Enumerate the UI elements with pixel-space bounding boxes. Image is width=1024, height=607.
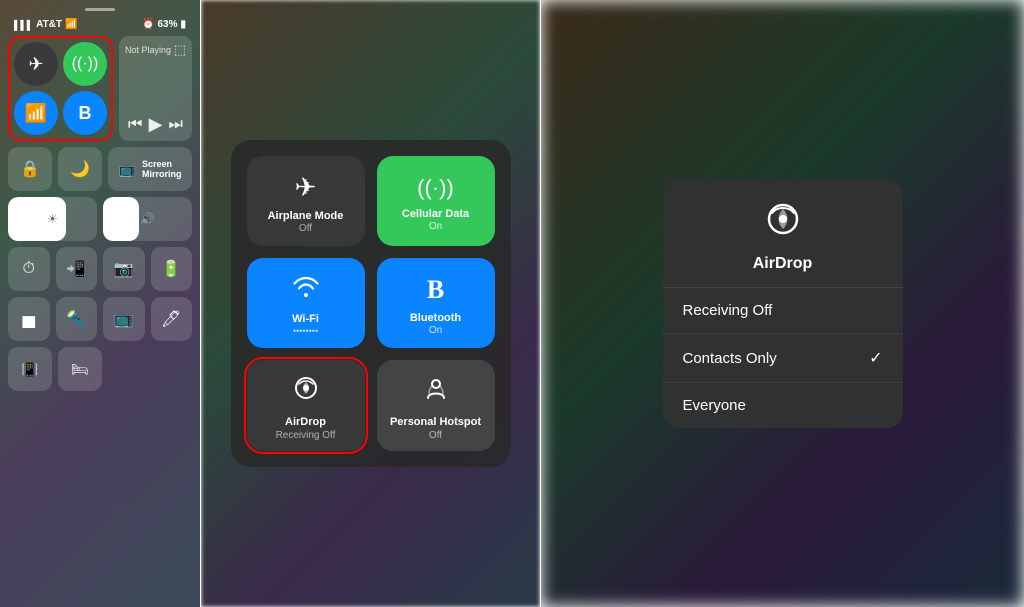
volume-slider[interactable]: 🔊 xyxy=(103,197,192,241)
airplane-mode-button[interactable]: ✈ xyxy=(14,42,58,86)
contacts-only-label: Contacts Only xyxy=(683,350,777,367)
wallet-icon: 📳 xyxy=(21,361,38,378)
camera-icon: 📷 xyxy=(114,259,134,279)
battery-icon: ▮ xyxy=(180,19,186,30)
airplane-mode-expanded-button[interactable]: ✈ Airplane Mode Off xyxy=(247,156,365,246)
cellular-sublabel: On xyxy=(429,221,442,232)
flashlight-button[interactable]: 🔦 xyxy=(56,297,98,341)
hotspot-label: Personal Hotspot xyxy=(390,415,481,429)
now-playing-label: Not Playing xyxy=(125,45,171,55)
everyone-label: Everyone xyxy=(683,397,746,414)
alarm-icon: ⏰ xyxy=(142,19,154,30)
battery-tile-icon: 🔋 xyxy=(161,259,181,279)
airdrop-menu-icon xyxy=(763,199,803,247)
camera-button[interactable]: 📷 xyxy=(103,247,145,291)
orientation-lock-button[interactable]: 🔒 xyxy=(8,147,52,191)
hotspot-expanded-button[interactable]: Personal Hotspot Off xyxy=(377,360,495,450)
notes-icon: 🖊 xyxy=(161,309,181,329)
status-left: ▌▌▌ AT&T 📶 xyxy=(14,19,78,30)
panel-1-control-center: ▌▌▌ AT&T 📶 ⏰ 63% ▮ ✈ ((·)) 📶 xyxy=(0,0,200,607)
remote-icon: 📺 xyxy=(114,309,134,329)
wallet-button[interactable]: 📳 xyxy=(8,347,52,391)
cellular-icon: ((·)) xyxy=(72,55,99,73)
wifi-status-icon: 📶 xyxy=(65,19,77,30)
wifi-button[interactable]: 📶 xyxy=(14,91,58,135)
airplane-expanded-icon: ✈ xyxy=(295,172,317,203)
hotspot-sublabel: Off xyxy=(429,430,442,441)
screen-mirroring-label: ScreenMirroring xyxy=(142,159,182,179)
airdrop-sublabel: Receiving Off xyxy=(276,430,336,441)
airdrop-option-receiving-off[interactable]: Receiving Off xyxy=(663,288,903,334)
drag-handle xyxy=(85,8,115,11)
airplay-icon[interactable]: ⬚ xyxy=(174,42,186,58)
cellular-expanded-icon: ((·)) xyxy=(417,175,454,201)
bluetooth-icon: B xyxy=(79,103,92,124)
contacts-only-checkmark: ✓ xyxy=(869,348,882,368)
calculator-button[interactable]: 📲 xyxy=(56,247,98,291)
wifi-expanded-icon xyxy=(292,275,320,306)
airplane-icon: ✈ xyxy=(28,54,43,75)
connectivity-grid: ✈ ((·)) 📶 B xyxy=(8,36,113,141)
media-player: Not Playing ⬚ ⏮ ▶ ⏭ xyxy=(119,36,192,141)
wifi-label: Wi-Fi xyxy=(292,312,319,326)
wifi-icon: 📶 xyxy=(25,103,47,124)
status-right: ⏰ 63% ▮ xyxy=(142,19,186,30)
bluetooth-button[interactable]: B xyxy=(63,91,107,135)
cellular-button[interactable]: ((·)) xyxy=(63,42,107,86)
signal-bars-icon: ▌▌▌ xyxy=(14,20,33,30)
airdrop-options-menu: AirDrop Receiving Off Contacts Only ✓ Ev… xyxy=(663,179,903,428)
airdrop-label: AirDrop xyxy=(285,415,326,429)
brightness-slider[interactable]: ☀ xyxy=(8,197,97,241)
volume-icon: 🔊 xyxy=(140,212,155,226)
panel-3-airdrop-menu: AirDrop Receiving Off Contacts Only ✓ Ev… xyxy=(540,0,1024,607)
do-not-disturb-button[interactable]: 🌙 xyxy=(58,147,102,191)
next-track-button[interactable]: ⏭ xyxy=(169,116,183,134)
remote-button[interactable]: 📺 xyxy=(103,297,145,341)
status-bar: ▌▌▌ AT&T 📶 ⏰ 63% ▮ xyxy=(8,15,192,36)
airplane-sublabel: Off xyxy=(299,223,312,234)
receiving-off-label: Receiving Off xyxy=(683,302,773,319)
notes-button[interactable]: 🖊 xyxy=(151,297,193,341)
calculator-icon: 📲 xyxy=(66,259,86,279)
airplane-label: Airplane Mode xyxy=(268,209,344,223)
wifi-expanded-button[interactable]: Wi-Fi •••••••• xyxy=(247,258,365,348)
play-pause-button[interactable]: ▶ xyxy=(149,114,163,135)
previous-track-button[interactable]: ⏮ xyxy=(128,116,142,134)
cellular-expanded-button[interactable]: ((·)) Cellular Data On xyxy=(377,156,495,246)
timer-button[interactable]: ⏱ xyxy=(8,247,50,291)
airdrop-expanded-button[interactable]: AirDrop Receiving Off xyxy=(247,360,365,450)
airdrop-option-everyone[interactable]: Everyone xyxy=(663,383,903,428)
hotspot-expanded-icon xyxy=(422,374,450,409)
orientation-lock-icon: 🔒 xyxy=(20,159,40,179)
qr-code-button[interactable]: ▅ xyxy=(8,297,50,341)
wifi-sublabel: •••••••• xyxy=(293,326,318,336)
bluetooth-expanded-button[interactable]: B Bluetooth On xyxy=(377,258,495,348)
flashlight-icon: 🔦 xyxy=(66,309,86,329)
airdrop-option-contacts-only[interactable]: Contacts Only ✓ xyxy=(663,334,903,383)
bed-button[interactable]: 🛏 xyxy=(58,347,102,391)
bluetooth-sublabel: On xyxy=(429,325,442,336)
bluetooth-expanded-icon: B xyxy=(427,275,444,305)
battery-percent-label: 63% xyxy=(157,19,177,30)
qr-icon: ▅ xyxy=(23,309,35,329)
timer-icon: ⏱ xyxy=(23,260,35,278)
expanded-grid: ✈ Airplane Mode Off ((·)) Cellular Data … xyxy=(247,156,495,450)
bluetooth-label: Bluetooth xyxy=(410,311,461,325)
moon-icon: 🌙 xyxy=(70,159,90,179)
airdrop-expanded-icon xyxy=(292,374,320,409)
screen-mirror-icon: 📺 xyxy=(119,161,136,178)
connectivity-card: ✈ Airplane Mode Off ((·)) Cellular Data … xyxy=(231,140,511,466)
airdrop-menu-header: AirDrop xyxy=(663,179,903,288)
panel-2-expanded: ✈ Airplane Mode Off ((·)) Cellular Data … xyxy=(200,0,540,607)
screen-mirroring-button[interactable]: 📺 ScreenMirroring xyxy=(108,147,192,191)
brightness-icon: ☀ xyxy=(47,212,58,226)
cellular-label: Cellular Data xyxy=(402,207,469,221)
battery-tile-button[interactable]: 🔋 xyxy=(151,247,193,291)
airdrop-menu-title: AirDrop xyxy=(753,255,813,273)
bed-icon: 🛏 xyxy=(71,361,89,378)
carrier-label: AT&T xyxy=(36,19,62,30)
